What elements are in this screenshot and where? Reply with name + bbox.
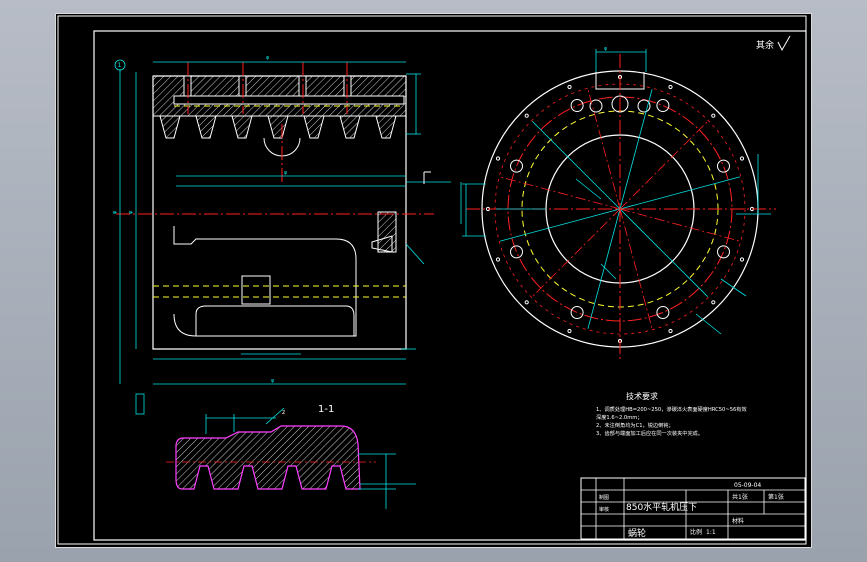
rim-mark [567, 84, 572, 90]
corner-mark: 其余 [756, 39, 774, 51]
rim-mark [711, 113, 716, 118]
bolt-hole [570, 306, 584, 319]
tb-part-name: 蜗轮 [628, 527, 646, 539]
radial-line [532, 121, 621, 210]
svg-text:φ: φ [284, 170, 288, 176]
radial-line [532, 208, 621, 297]
rim-mark [739, 156, 745, 161]
radial-line [587, 208, 621, 329]
tb-sheet-label: 共1张 [732, 493, 748, 501]
rim-mark [668, 84, 673, 90]
tb-drawn-label: 制图 [599, 494, 609, 501]
title-block: 05-09-04 850水平轧机压下 蜗轮 比例 1:1 共1张 第1张 制图 … [580, 477, 806, 540]
section-1-1: 1-1 z [166, 404, 416, 509]
tb-sheet-no: 第1张 [768, 493, 784, 501]
tech-title: 技术要求 [626, 391, 658, 401]
svg-text:φ: φ [128, 210, 134, 214]
bolt-hole [656, 306, 670, 319]
rim-mark [739, 257, 745, 262]
bolt-hole [510, 245, 523, 259]
tech-line-4: 3、齿部与端面加工后应在同一次装夹中完成。 [596, 429, 703, 437]
bolt-hole [656, 99, 670, 112]
bolt-hole [570, 99, 584, 112]
tb-product-name: 850水平轧机压下 [626, 501, 697, 513]
rim-mark [524, 300, 529, 305]
cad-drawing: 1 φ φ φ φ φ φ 其余 1-1 z 技术要求 1、调质处理HB=200… [57, 15, 807, 545]
radial-line [619, 208, 653, 329]
inner-cavity [173, 226, 357, 337]
radial-line [587, 89, 621, 210]
rack-teeth [153, 115, 406, 139]
bolt-hole [510, 159, 523, 173]
radial-line [619, 208, 708, 297]
front-view: 1 φ φ φ φ φ [112, 55, 462, 415]
tb-date: 05-09-04 [734, 482, 761, 489]
tech-requirements: 技术要求 1、调质处理HB=200~250，渗碳淬火表面硬度HRC50~56有效… [596, 391, 747, 437]
bolt-hole [717, 245, 730, 259]
rim-mark [567, 328, 572, 334]
tb-material-label: 材料 [732, 517, 744, 525]
key-slot [241, 275, 271, 305]
radial-line [619, 208, 740, 242]
svg-text:φ: φ [112, 210, 118, 214]
tech-line-3: 2、未注倒角均为C1，锐边倒钝； [596, 421, 674, 429]
radial-line [619, 176, 740, 210]
circular-view: φ [462, 46, 776, 359]
rim-mark [524, 113, 529, 118]
tb-scale-value: 1:1 [706, 529, 716, 536]
radial-line [619, 89, 653, 210]
bolt-hole [717, 159, 730, 173]
tech-line-1: 1、调质处理HB=200~250，渗碳淬火表面硬度HRC50~56有效 [596, 405, 747, 413]
tech-line-2: 深度1.6~2.0mm； [596, 413, 643, 421]
rim-mark [495, 156, 501, 161]
svg-text:φ: φ [604, 46, 608, 52]
svg-text:φ: φ [266, 55, 270, 61]
rim-mark [668, 328, 673, 334]
radial-line [500, 176, 621, 210]
svg-text:z: z [282, 409, 285, 416]
radial-line [500, 208, 621, 242]
rim-mark [495, 257, 501, 262]
tb-checked-label: 审核 [599, 506, 609, 513]
tb-scale-label: 比例 [690, 528, 702, 536]
ref-label-1: 1 [118, 62, 122, 69]
section-label: 1-1 [318, 404, 334, 415]
radial-line [619, 121, 708, 210]
rim-mark [711, 300, 716, 305]
section-profile [175, 425, 361, 490]
svg-text:φ: φ [271, 378, 275, 384]
cad-viewport[interactable]: 1 φ φ φ φ φ φ 其余 1-1 z 技术要求 1、调质处理HB=200… [55, 13, 812, 548]
